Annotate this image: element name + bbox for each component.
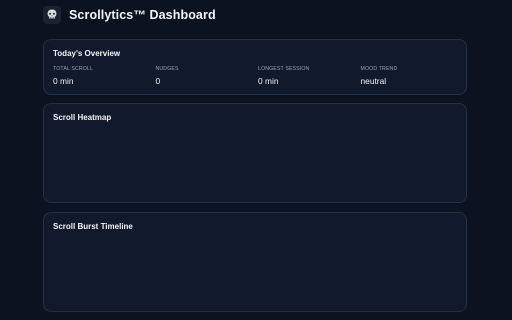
dashboard-header: Scrollytics™ Dashboard	[43, 5, 216, 25]
stat-value: 0	[155, 76, 161, 86]
stat-total-scroll: TOTAL SCROLL 0 min	[53, 66, 156, 86]
stat-label: NUDGES	[155, 66, 179, 72]
overview-title: Today's Overview	[53, 49, 121, 58]
stat-label: MOOD TREND	[360, 66, 398, 72]
scroll-heatmap-card: Scroll Heatmap	[43, 103, 467, 203]
skull-logo-icon	[43, 6, 61, 24]
today-overview-card: Today's Overview TOTAL SCROLL 0 min NUDG…	[43, 39, 467, 95]
overview-stats: TOTAL SCROLL 0 min NUDGES 0 LONGEST SESS…	[53, 66, 463, 86]
stat-value: 0 min	[53, 76, 74, 86]
timeline-chart-area	[53, 235, 457, 303]
timeline-title: Scroll Burst Timeline	[53, 222, 133, 231]
stat-nudges: NUDGES 0	[156, 66, 259, 86]
stat-mood-trend: MOOD TREND neutral	[361, 66, 464, 86]
stat-label: LONGEST SESSION	[258, 66, 310, 72]
stat-label: TOTAL SCROLL	[53, 66, 94, 72]
dashboard-page: Scrollytics™ Dashboard Today's Overview …	[0, 0, 512, 320]
scroll-burst-timeline-card: Scroll Burst Timeline	[43, 212, 467, 312]
app-title: Scrollytics™ Dashboard	[69, 8, 216, 22]
heatmap-chart-area	[53, 126, 457, 194]
stat-value: 0 min	[258, 76, 279, 86]
stat-longest-session: LONGEST SESSION 0 min	[258, 66, 361, 86]
heatmap-title: Scroll Heatmap	[53, 113, 112, 122]
stat-value: neutral	[360, 76, 387, 86]
